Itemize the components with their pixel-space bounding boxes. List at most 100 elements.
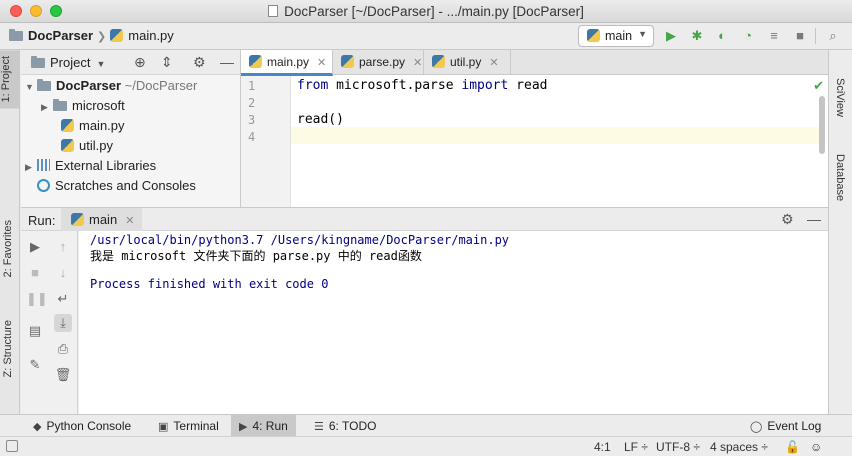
editor: main.py ✕ parse.py ✕ util.py ✕ 1 2 3 4 from…	[241, 50, 828, 207]
run-config-select[interactable]: main ▼	[578, 25, 654, 47]
tab-label: 6: TODO	[328, 419, 377, 433]
editor-scrollbar[interactable]	[819, 96, 825, 154]
tree-item-label: main.py	[79, 118, 125, 133]
stop-icon[interactable]: ■	[26, 264, 44, 282]
debug-button[interactable]: ✱	[688, 27, 706, 45]
file-icon	[268, 5, 279, 17]
tab-database[interactable]: Database	[834, 154, 846, 201]
python-file-icon	[61, 119, 74, 132]
tree-item-util-py[interactable]: util.py	[61, 138, 113, 158]
tab-sciview[interactable]: SciView	[834, 78, 846, 117]
tab-label: Python Console	[46, 419, 132, 433]
inspector-icon[interactable]: ☺	[810, 440, 822, 454]
tree-item-label: microsoft	[72, 98, 125, 113]
play-icon: ▶	[239, 421, 248, 433]
tab-parse-py[interactable]: parse.py ✕	[333, 50, 424, 75]
tree-item-main-py[interactable]: main.py	[61, 118, 125, 138]
indent-setting[interactable]: 4 spaces ÷	[710, 440, 768, 454]
run-tab-label: main	[89, 212, 118, 227]
gear-icon[interactable]: ⚙	[193, 54, 206, 71]
trash-icon[interactable]: 🗑	[54, 366, 72, 384]
locate-icon[interactable]: ⊕	[134, 54, 146, 71]
pause-icon[interactable]: ❚❚	[26, 290, 48, 308]
file-encoding[interactable]: UTF-8 ÷	[656, 440, 700, 454]
gear-icon[interactable]: ⚙	[781, 211, 794, 228]
tab-label: main.py	[267, 55, 310, 69]
event-log-icon: ◯	[750, 421, 763, 433]
tab-python-console[interactable]: ◆ Python Console	[25, 415, 139, 436]
search-icon[interactable]: ⌕	[824, 27, 842, 45]
caret-position[interactable]: 4:1	[594, 440, 611, 454]
bottom-tool-bar: ◆ Python Console ▣ Terminal ▶ 4: Run ☰ 6: TO…	[0, 414, 852, 436]
folder-icon	[53, 99, 67, 111]
down-arrow-icon[interactable]: ↓	[54, 264, 72, 282]
pin-icon[interactable]: ✎	[26, 356, 44, 374]
python-file-icon	[110, 29, 124, 42]
print-icon[interactable]: ⎙	[54, 340, 72, 358]
concurrency-button[interactable]: ≡	[765, 27, 783, 45]
tab-main-py[interactable]: main.py ✕	[241, 50, 333, 76]
terminal-icon: ▣	[158, 421, 169, 433]
tab-run[interactable]: ▶ 4: Run	[231, 415, 296, 436]
tree-item-external-libraries[interactable]: ▶ External Libraries	[25, 158, 156, 178]
run-button[interactable]: ▶	[662, 27, 680, 45]
coverage-button[interactable]: ◐	[713, 27, 731, 45]
expand-right-icon: ▶	[25, 162, 32, 172]
run-tab-main[interactable]: main ✕	[61, 208, 143, 231]
scroll-to-end-icon[interactable]: ⤓	[54, 314, 72, 332]
editor-tabs: main.py ✕ parse.py ✕ util.py ✕	[241, 50, 828, 76]
tab-label: util.py	[450, 55, 482, 69]
tree-item-label: Scratches and Consoles	[55, 178, 196, 193]
tab-event-log[interactable]: ◯ Event Log	[742, 415, 829, 436]
hide-panel-icon[interactable]: —	[220, 54, 234, 70]
breadcrumb: DocParser ❯ main.py	[9, 28, 174, 43]
folder-icon	[31, 56, 45, 68]
line-number: 1	[248, 79, 256, 93]
tab-util-py[interactable]: util.py ✕	[424, 50, 511, 75]
line-separator[interactable]: LF ÷	[624, 440, 648, 454]
tree-root-path: ~/DocParser	[124, 78, 198, 93]
python-file-icon	[61, 139, 74, 152]
collapse-all-icon[interactable]: ⇕	[161, 54, 173, 71]
code-line-3[interactable]: read()	[297, 112, 344, 127]
run-label: Run:	[28, 213, 56, 228]
tab-favorites[interactable]: 2: Favorites	[2, 220, 14, 277]
module-name: microsoft.parse	[328, 78, 462, 93]
close-icon[interactable]: ✕	[317, 57, 326, 69]
rerun-icon[interactable]: ▶	[26, 238, 44, 256]
tree-item-microsoft[interactable]: ▶ microsoft	[41, 98, 125, 118]
current-line-highlight	[291, 127, 821, 144]
hide-panel-icon[interactable]: —	[807, 211, 821, 227]
tab-todo[interactable]: ☰ 6: TODO	[306, 415, 384, 436]
breadcrumb-project[interactable]: DocParser	[28, 28, 93, 43]
title-bar: DocParser [~/DocParser] - .../main.py [D…	[0, 0, 852, 23]
tab-label: Terminal	[173, 419, 219, 433]
python-file-icon	[249, 55, 262, 68]
lock-icon[interactable]: 🔓	[785, 440, 800, 454]
project-panel-header: Project ▼ ⊕ ⇕ ⚙ —	[21, 50, 240, 75]
stop-button[interactable]: ■	[791, 27, 809, 45]
tree-item-scratches[interactable]: Scratches and Consoles	[37, 178, 196, 198]
tab-label: 4: Run	[252, 419, 288, 433]
run-console[interactable]: /usr/local/bin/python3.7 /Users/kingname…	[79, 231, 828, 414]
project-panel: Project ▼ ⊕ ⇕ ⚙ — ▼ DocParser ~/DocParser …	[21, 50, 241, 207]
python-file-icon	[341, 55, 354, 68]
close-icon[interactable]: ✕	[125, 215, 134, 227]
run-config-value: main	[605, 29, 633, 43]
tab-project[interactable]: 1: Project	[0, 50, 20, 109]
tree-root[interactable]: ▼ DocParser ~/DocParser	[25, 78, 197, 98]
tab-terminal[interactable]: ▣ Terminal	[150, 415, 227, 436]
panel-toggle-icon[interactable]	[6, 440, 18, 452]
tab-structure[interactable]: Z: Structure	[2, 320, 14, 377]
python-file-icon	[432, 55, 445, 68]
soft-wrap-icon[interactable]: ↵	[54, 290, 72, 308]
up-arrow-icon[interactable]: ↑	[54, 238, 72, 256]
line-number: 2	[248, 96, 256, 110]
layout-icon[interactable]: ▤	[26, 322, 44, 340]
close-icon[interactable]: ✕	[413, 57, 422, 69]
profile-button[interactable]: ◔	[739, 27, 757, 45]
close-icon[interactable]: ✕	[489, 57, 498, 69]
code-line-1[interactable]: from microsoft.parse import read	[297, 78, 547, 93]
project-view-select[interactable]: Project ▼	[31, 55, 105, 70]
breadcrumb-file[interactable]: main.py	[128, 28, 174, 43]
